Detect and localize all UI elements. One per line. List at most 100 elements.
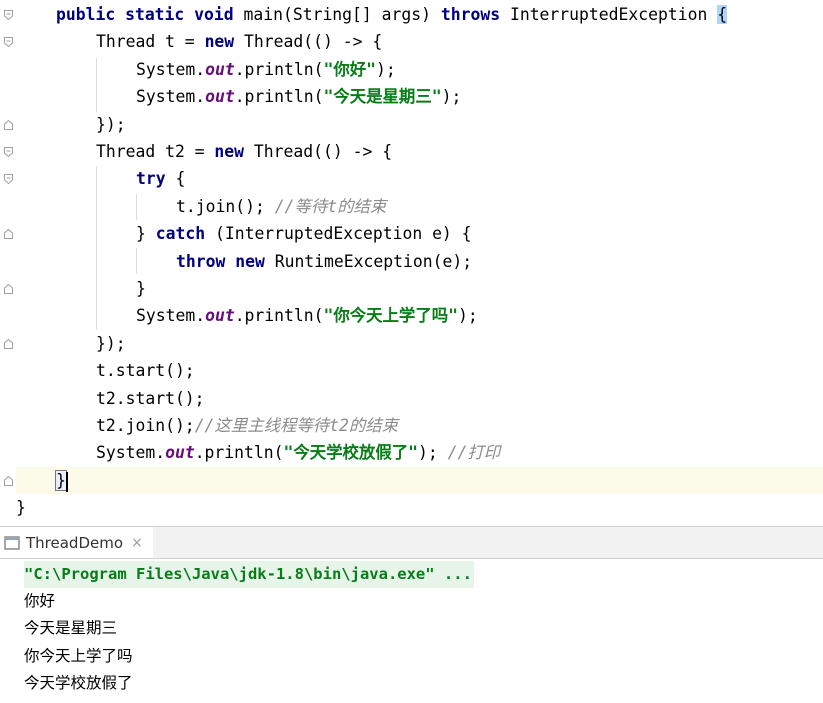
- code-line[interactable]: });: [16, 330, 823, 357]
- code-text: });: [96, 334, 126, 353]
- code-token: //打印: [447, 443, 501, 463]
- code-editor[interactable]: public static void main(String[] args) t…: [0, 0, 823, 526]
- fold-end-icon[interactable]: [4, 338, 13, 349]
- code-text: t2.start();: [96, 389, 205, 408]
- code-line[interactable]: }: [16, 275, 823, 302]
- code-line[interactable]: }: [16, 466, 823, 494]
- code-line[interactable]: public static void main(String[] args) t…: [16, 1, 823, 28]
- code-token: out: [205, 87, 235, 107]
- code-token: t2.join();: [96, 416, 195, 435]
- code-token: "你好": [323, 59, 377, 79]
- code-line[interactable]: t2.join();//这里主线程等待t2的结束: [16, 412, 823, 439]
- code-line[interactable]: });: [16, 111, 823, 138]
- code-token: //这里主线程等待t2的结束: [194, 416, 399, 435]
- editor-gutter: [0, 0, 16, 526]
- code-line[interactable]: try {: [16, 165, 823, 192]
- indent-guide: [136, 248, 137, 274]
- code-token: "今天学校放假了": [283, 443, 418, 463]
- code-token: Thread(() -> {: [253, 142, 393, 161]
- code-token: .println(: [234, 59, 324, 79]
- code-line[interactable]: System.out.println("你好");: [16, 56, 823, 83]
- code-text: t2.join();//这里主线程等待t2的结束: [96, 416, 398, 435]
- code-token: static: [125, 5, 195, 24]
- fold-end-icon[interactable]: [4, 119, 13, 130]
- code-token: Thread t2 =: [96, 142, 215, 161]
- code-text: }: [136, 279, 146, 298]
- run-tab-threaddemo[interactable]: ThreadDemo ×: [0, 527, 153, 558]
- code-token: Thread t =: [96, 32, 205, 52]
- code-token: }: [16, 498, 26, 518]
- code-text: Thread t2 = new Thread(() -> {: [96, 142, 392, 161]
- code-token: }: [136, 279, 146, 298]
- code-token: );: [457, 306, 478, 326]
- code-token: t.join();: [176, 196, 275, 216]
- code-token: .println(: [194, 443, 284, 463]
- code-token: out: [205, 306, 235, 326]
- code-token: t.start();: [96, 361, 195, 381]
- code-token: new: [235, 251, 275, 271]
- code-token: "今天是星期三": [323, 87, 442, 107]
- fold-collapse-icon[interactable]: [4, 37, 13, 48]
- fold-end-icon[interactable]: [4, 284, 13, 294]
- code-text: }: [55, 469, 67, 491]
- code-text: }: [16, 498, 26, 517]
- code-token: try: [136, 169, 176, 189]
- console-output-line: 今天学校放假了: [24, 674, 133, 692]
- fold-collapse-icon[interactable]: [4, 174, 13, 185]
- console-gutter: [0, 559, 16, 703]
- code-line[interactable]: System.out.println("今天学校放假了"); //打印: [16, 439, 823, 466]
- console-output-line: 你好: [24, 592, 56, 610]
- code-token: new: [214, 142, 254, 161]
- code-line[interactable]: }: [16, 494, 823, 521]
- code-token: System.: [136, 306, 206, 326]
- code-line[interactable]: } catch (InterruptedException e) {: [16, 220, 823, 247]
- code-token: (InterruptedException e) {: [214, 224, 472, 244]
- fold-collapse-icon[interactable]: [4, 147, 13, 157]
- code-line[interactable]: t.start();: [16, 357, 823, 384]
- code-text: Thread t = new Thread(() -> {: [96, 32, 382, 51]
- code-text: System.out.println("今天学校放假了"); //打印: [96, 443, 500, 462]
- run-tool-window-tabbar: ThreadDemo ×: [0, 526, 823, 559]
- code-text: t.start();: [96, 361, 195, 380]
- fold-end-icon[interactable]: [4, 229, 13, 240]
- code-text: public static void main(String[] args) t…: [56, 5, 728, 24]
- code-text: t.join(); //等待t的结束: [176, 197, 386, 216]
- code-token: System.: [136, 87, 206, 107]
- code-token: .println(: [234, 306, 324, 326]
- code-line[interactable]: System.out.println("你今天上学了吗");: [16, 302, 823, 329]
- code-token: main(String[] args): [243, 5, 441, 24]
- indent-guide: [96, 58, 97, 112]
- code-token: void: [194, 5, 244, 24]
- code-line[interactable]: Thread t2 = new Thread(() -> {: [16, 138, 823, 165]
- code-token: {: [175, 169, 186, 189]
- console-output[interactable]: "C:\Program Files\Java\jdk-1.8\bin\java.…: [0, 559, 823, 703]
- code-token: {: [717, 5, 728, 24]
- code-line[interactable]: Thread t = new Thread(() -> {: [16, 28, 823, 55]
- code-text: System.out.println("今天是星期三");: [136, 87, 461, 106]
- fold-collapse-icon[interactable]: [4, 10, 13, 20]
- code-token: );: [376, 59, 396, 79]
- run-config-icon: [4, 535, 20, 550]
- console-output-line: 今天是星期三: [24, 619, 118, 637]
- code-text: System.out.println("你今天上学了吗");: [136, 306, 478, 325]
- close-icon[interactable]: ×: [131, 535, 143, 551]
- code-token: throws: [440, 5, 510, 24]
- code-token: );: [417, 443, 448, 463]
- code-token: catch: [155, 224, 215, 244]
- text-caret: [66, 472, 68, 492]
- code-token: public: [56, 5, 126, 24]
- code-token: }: [55, 469, 67, 491]
- code-line[interactable]: throw new RuntimeException(e);: [16, 248, 823, 275]
- code-token: t2.start();: [96, 388, 205, 408]
- code-token: .println(: [234, 87, 324, 107]
- code-token: InterruptedException: [509, 5, 718, 24]
- console-output-line: 你今天上学了吗: [24, 647, 133, 665]
- fold-end-icon[interactable]: [4, 475, 13, 486]
- code-token: System.: [136, 59, 206, 79]
- code-token: throw: [176, 251, 236, 271]
- code-line[interactable]: System.out.println("今天是星期三");: [16, 83, 823, 110]
- code-line[interactable]: t.join(); //等待t的结束: [16, 193, 823, 220]
- code-token: );: [441, 87, 462, 107]
- code-line[interactable]: t2.start();: [16, 385, 823, 412]
- code-text: System.out.println("你好");: [136, 60, 396, 79]
